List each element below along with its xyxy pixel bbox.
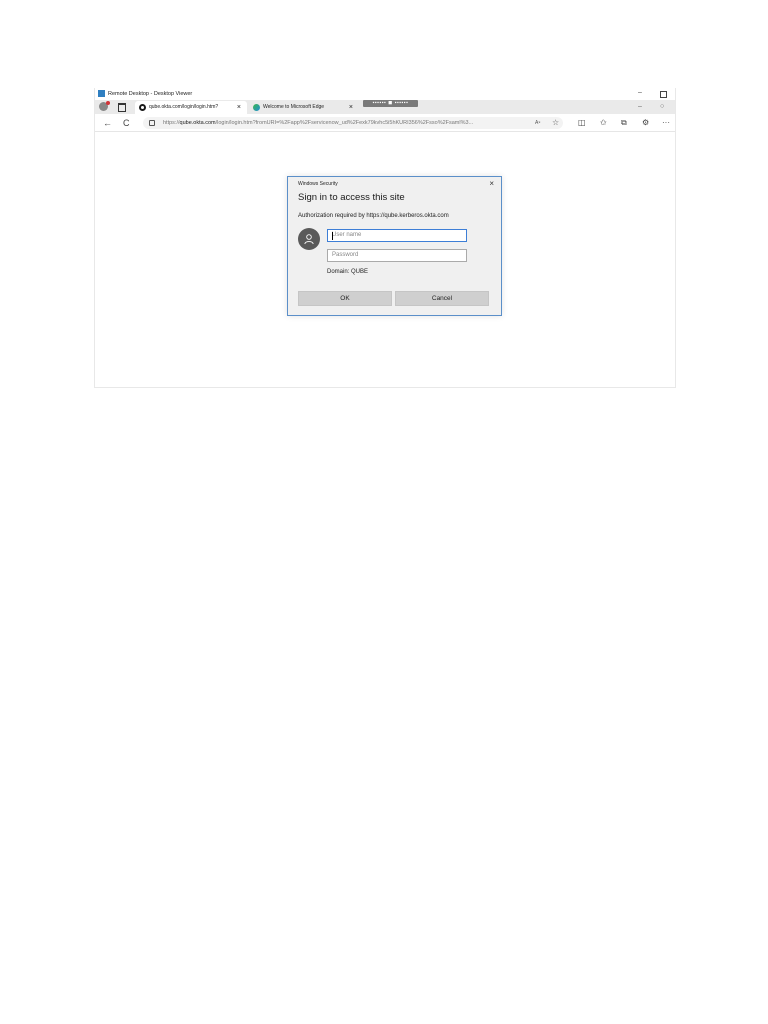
maximize-button[interactable] [660, 91, 667, 98]
tab-label: qube.okta.com/login/login.htm? [149, 104, 219, 110]
text-cursor [332, 232, 333, 240]
read-aloud-icon[interactable]: A⁹ [535, 117, 540, 129]
collections-icon[interactable]: ⧉ [621, 115, 627, 131]
remote-desktop-title: Remote Desktop - Desktop Viewer [108, 91, 193, 97]
new-tab-button[interactable]: ▪▪▪▪▪▪ ◼ ▪▪▪▪▪▪ [363, 100, 418, 107]
password-input[interactable]: Password [327, 249, 467, 262]
edge-icon [253, 104, 260, 111]
okta-icon [139, 104, 146, 111]
url-text[interactable]: https://qube.okta.com/login/login.htm?fr… [163, 117, 543, 129]
tab-okta-login[interactable]: qube.okta.com/login/login.htm? × [135, 101, 247, 114]
remote-desktop-window: Remote Desktop - Desktop Viewer – qube.o… [94, 88, 676, 388]
remote-desktop-titlebar: Remote Desktop - Desktop Viewer – [95, 88, 675, 100]
tab-welcome-edge[interactable]: Welcome to Microsoft Edge × [249, 101, 359, 114]
browser-tab-bar: qube.okta.com/login/login.htm? × Welcome… [95, 100, 675, 114]
favorites-icon[interactable]: ✩ [600, 115, 607, 131]
authorization-text: Authorization required by https://qube.k… [298, 213, 449, 219]
notification-dot-icon [106, 101, 110, 105]
remote-desktop-icon [98, 90, 105, 97]
refresh-button[interactable]: C [123, 115, 130, 131]
close-icon[interactable]: × [489, 179, 494, 188]
windows-security-dialog: Windows Security × Sign in to access thi… [287, 176, 502, 316]
extension-icon[interactable]: ⚙ [642, 115, 649, 131]
username-placeholder: User name [332, 232, 362, 238]
address-bar[interactable]: https://qube.okta.com/login/login.htm?fr… [143, 117, 563, 129]
close-tab-icon[interactable]: × [349, 101, 353, 114]
ok-button[interactable]: OK [298, 291, 392, 306]
dialog-heading: Sign in to access this site [298, 192, 405, 203]
browser-restore-button[interactable]: ○ [660, 101, 664, 113]
minimize-button[interactable]: – [638, 88, 642, 98]
close-tab-icon[interactable]: × [237, 101, 241, 114]
dialog-title: Windows Security [298, 181, 338, 187]
back-button[interactable]: ← [103, 115, 112, 131]
tab-label: Welcome to Microsoft Edge [263, 104, 325, 110]
domain-label: Domain: QUBE [327, 269, 369, 275]
more-options-icon[interactable]: ··· [662, 115, 670, 131]
lock-icon[interactable] [149, 120, 155, 126]
cancel-button[interactable]: Cancel [395, 291, 489, 306]
browser-minimize-button[interactable]: – [638, 101, 642, 113]
password-placeholder: Password [332, 252, 359, 258]
split-screen-icon[interactable]: ◫ [578, 115, 586, 131]
tab-actions-icon[interactable] [118, 103, 126, 112]
add-favorite-icon[interactable]: ☆ [552, 117, 559, 129]
address-toolbar: ← C https://qube.okta.com/login/login.ht… [95, 115, 675, 132]
username-input[interactable]: User name [327, 229, 467, 242]
user-avatar-icon [298, 228, 320, 250]
